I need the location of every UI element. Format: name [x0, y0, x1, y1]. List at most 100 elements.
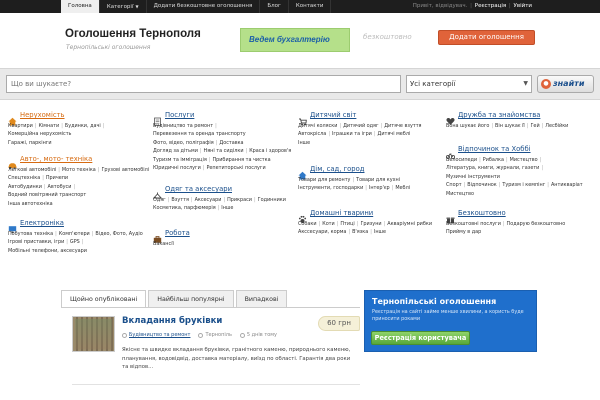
subcategory-link[interactable]: Спецтехніка — [8, 175, 40, 181]
subcategory-link[interactable]: Прикраси — [227, 197, 252, 203]
subcategory-link[interactable]: Прибирання та чистка — [212, 157, 270, 163]
subcategory-link[interactable]: Дитячі меблі — [378, 131, 411, 137]
subcategory-link[interactable]: Спорт — [446, 182, 462, 188]
register-button[interactable]: Реєстрація користувача — [371, 331, 470, 345]
tab-random[interactable]: Випадкові — [235, 290, 288, 308]
subcategory-link[interactable]: Причепи — [46, 175, 68, 181]
subcategory-link[interactable]: Акссесуари, корма — [298, 229, 346, 235]
listing-category-link[interactable]: Будівництво та ремонт — [129, 332, 190, 338]
subcategory-link[interactable]: Няні та сиділки — [204, 148, 244, 154]
subcategory-link[interactable]: Література, книги, журнали, газети — [446, 165, 539, 171]
nav-contacts[interactable]: Контакти — [289, 0, 332, 13]
category-title[interactable]: Безкоштовно — [458, 209, 506, 217]
subcategory-link[interactable]: Акваріумні рибки — [387, 221, 432, 227]
subcategory-link[interactable]: Туризм та імміграція — [153, 157, 207, 163]
subcategory-link[interactable]: Гей — [530, 123, 539, 129]
listing-title[interactable]: Вкладання бруківки — [122, 316, 222, 326]
subcategory-link[interactable]: Птиці — [340, 221, 354, 227]
subcategory-link[interactable]: Мистецтво — [446, 191, 474, 197]
subcategory-link[interactable]: Дитячі коляски — [298, 123, 337, 129]
subcategory-link[interactable]: Подарую безкоштовно — [507, 221, 566, 227]
subcategory-link[interactable]: Догляд за дітьми — [153, 148, 198, 154]
subcategory-link[interactable]: Вона шукає його — [446, 123, 489, 129]
search-button[interactable]: ● знайти — [537, 75, 594, 93]
category-title[interactable]: Одяг та аксесуари — [165, 185, 232, 193]
nav-add-ad[interactable]: Додати безкоштовне оголошення — [147, 0, 261, 13]
subcategory-link[interactable]: Товари для ремонту — [298, 177, 350, 183]
category-title[interactable]: Авто-, мото- техніка — [20, 155, 92, 163]
subcategory-link[interactable]: Годинники — [258, 197, 286, 203]
subcategory-link[interactable]: Коти — [322, 221, 335, 227]
subcategory-link[interactable]: Рибалка — [483, 157, 504, 163]
subcategory-link[interactable]: Перевезення та оренда транспорту — [153, 131, 246, 137]
subcategory-link[interactable]: Собаки — [298, 221, 317, 227]
subcategory-link[interactable]: Інструменти, господарки — [298, 185, 363, 191]
search-input[interactable] — [6, 75, 401, 93]
subcategory-link[interactable]: Водний повітряний транспорт — [8, 192, 86, 198]
subcategory-link[interactable]: Автокрісла — [298, 131, 326, 137]
category-select[interactable]: Усі категорії ▼ — [406, 75, 532, 93]
subcategory-link[interactable]: Комерційна нерухомість — [8, 131, 71, 137]
category-title[interactable]: Відпочинок та Хоббі — [458, 145, 531, 153]
subcategory-link[interactable]: Гризуни — [360, 221, 381, 227]
subcategory-link[interactable]: Товари для кухні — [356, 177, 400, 183]
subcategory-link[interactable]: Будівництво та ремонт — [153, 123, 213, 129]
category-title[interactable]: Робота — [165, 229, 190, 237]
subcategory-link[interactable]: Він шукає її — [495, 123, 525, 129]
category-title[interactable]: Дружба та знайомства — [458, 111, 540, 119]
category-title[interactable]: Домашні тварини — [310, 209, 373, 217]
subcategory-link[interactable]: Легкові автомобілі — [8, 167, 56, 173]
add-ad-button[interactable]: Додати оголошення — [438, 30, 535, 45]
subcategory-link[interactable]: Відео, Фото, Аудіо — [95, 231, 142, 237]
subcategory-link[interactable]: GPS — [70, 239, 80, 245]
subcategory-link[interactable]: Безкоштовні послуги — [446, 221, 501, 227]
subcategory-link[interactable]: Велосипеди — [446, 157, 477, 163]
subcategory-link[interactable]: Лесбійки — [545, 123, 568, 129]
subcategory-link[interactable]: Мото техніка — [62, 167, 96, 173]
subcategory-link[interactable]: Аксесуари — [195, 197, 222, 203]
subcategory-link[interactable]: Інше — [374, 229, 386, 235]
subcategory-link[interactable]: Взуття — [171, 197, 189, 203]
register-link[interactable]: Реєстрація — [475, 3, 506, 9]
category-title[interactable]: Дім, сад, город — [310, 165, 364, 173]
login-link[interactable]: Увійти — [514, 3, 532, 9]
subcategory-link[interactable]: Іграшки та ігри — [332, 131, 372, 137]
subcategory-link[interactable]: Косметика, парфюмерія — [153, 205, 216, 211]
subcategory-link[interactable]: Мистецтво — [510, 157, 538, 163]
category-title[interactable]: Послуги — [165, 111, 194, 119]
nav-home[interactable]: Головна — [61, 0, 100, 13]
subcategory-link[interactable]: Юридичні послуги — [153, 165, 201, 171]
subcategory-link[interactable]: Відпочинок — [467, 182, 497, 188]
subcategory-link[interactable]: Музичні інструменти — [446, 174, 500, 180]
nav-blog[interactable]: Блог — [260, 0, 289, 13]
listing-thumbnail[interactable] — [72, 316, 115, 352]
subcategory-link[interactable]: Автобуси — [48, 184, 72, 190]
subcategory-link[interactable]: Дитяче взуття — [384, 123, 421, 129]
subcategory-link[interactable]: Кімнати — [38, 123, 59, 129]
subcategory-link[interactable]: Антикваріат — [551, 182, 583, 188]
nav-categories[interactable]: Категорії ▼ — [100, 0, 147, 13]
subcategory-link[interactable]: Меблі — [395, 185, 410, 191]
category-title[interactable]: Дитячий світ — [310, 111, 356, 119]
subcategory-link[interactable]: Побутова техніка — [8, 231, 53, 237]
subcategory-link[interactable]: Квартири — [8, 123, 33, 129]
subcategory-link[interactable]: Вакансії — [153, 241, 174, 247]
header-banner[interactable]: Ведем бухгалтерію — [240, 28, 350, 52]
subcategory-link[interactable]: Фото, відео, поліграфія — [153, 140, 214, 146]
subcategory-link[interactable]: Дитячий одяг — [343, 123, 378, 129]
subcategory-link[interactable]: Будинки, дачі — [65, 123, 101, 129]
subcategory-link[interactable]: Інша автотехніка — [8, 201, 53, 207]
tab-popular[interactable]: Найбільш популярні — [148, 290, 234, 308]
subcategory-link[interactable]: Гаражі, паркінги — [8, 140, 52, 146]
subcategory-link[interactable]: В'язка — [352, 229, 368, 235]
subcategory-link[interactable]: Інтер'єр — [369, 185, 390, 191]
subcategory-link[interactable]: Автобудинки — [8, 184, 42, 190]
category-title[interactable]: Нерухомість — [20, 111, 65, 119]
subcategory-link[interactable]: Мобільні телефони, аксесуари — [8, 248, 87, 254]
category-title[interactable]: Електроніка — [20, 219, 64, 227]
subcategory-link[interactable]: Інше — [221, 205, 233, 211]
subcategory-link[interactable]: Інше — [298, 140, 310, 146]
subcategory-link[interactable]: Репетиторські послуги — [206, 165, 265, 171]
tab-latest[interactable]: Щойно опубліковані — [61, 290, 147, 308]
subcategory-link[interactable]: Грузові автомобілі — [101, 167, 149, 173]
